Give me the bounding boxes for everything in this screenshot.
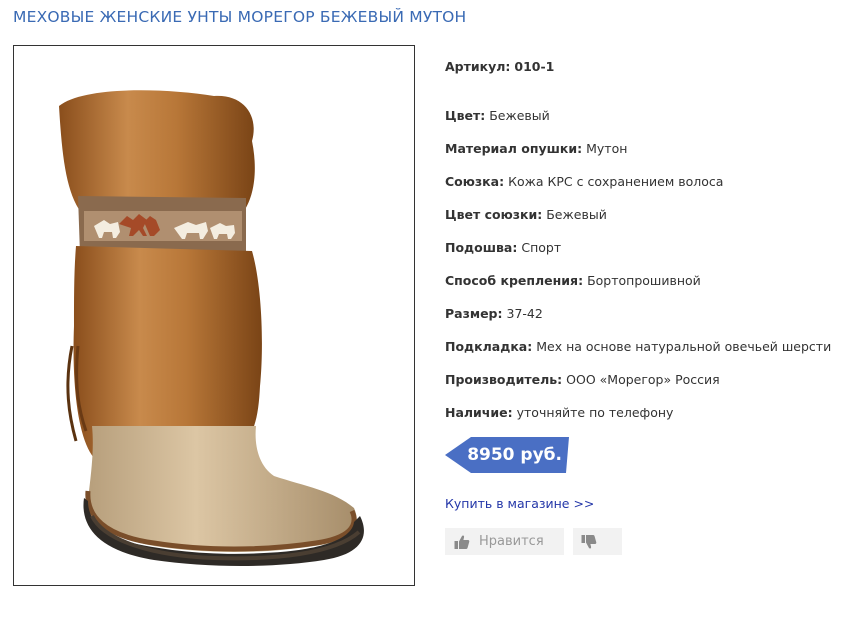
- spec-value: Спорт: [521, 240, 562, 255]
- spec-label: Подошва:: [445, 240, 518, 255]
- spec-value: Бежевый: [489, 108, 550, 123]
- spec-value: Бежевый: [546, 207, 607, 222]
- spec-label: Размер:: [445, 306, 503, 321]
- spec-manufacturer: Производитель: ООО «Морегор» Россия: [445, 372, 720, 387]
- spec-label: Союзка:: [445, 174, 505, 189]
- spec-label: Способ крепления:: [445, 273, 584, 288]
- like-button[interactable]: Нравится: [445, 528, 564, 555]
- spec-label: Материал опушки:: [445, 141, 583, 156]
- spec-vamp: Союзка: Кожа КРС с сохранением волоса: [445, 174, 723, 189]
- spec-size: Размер: 37-42: [445, 306, 543, 321]
- spec-article: Артикул: 010-1: [445, 59, 554, 74]
- fur-boot-photo-icon: [59, 90, 364, 566]
- spec-availability: Наличие: уточняйте по телефону: [445, 405, 673, 420]
- spec-construction: Способ крепления: Бортопрошивной: [445, 273, 701, 288]
- spec-value: 37-42: [506, 306, 543, 321]
- spec-value: ООО «Морегор» Россия: [566, 372, 720, 387]
- dislike-button[interactable]: [573, 528, 622, 555]
- product-image[interactable]: [13, 45, 415, 586]
- spec-value: Мех на основе натуральной овечьей шерсти: [536, 339, 832, 354]
- spec-label: Подкладка:: [445, 339, 533, 354]
- thumbs-up-icon: [454, 535, 470, 549]
- spec-trim-material: Материал опушки: Мутон: [445, 141, 627, 156]
- spec-value: 010-1: [514, 59, 555, 74]
- spec-vamp-color: Цвет союзки: Бежевый: [445, 207, 607, 222]
- page-title: МЕХОВЫЕ ЖЕНСКИЕ УНТЫ МОРЕГОР БЕЖЕВЫЙ МУТ…: [13, 8, 467, 26]
- like-label: Нравится: [479, 534, 544, 549]
- spec-color: Цвет: Бежевый: [445, 108, 550, 123]
- spec-lining: Подкладка: Мех на основе натуральной ове…: [445, 339, 831, 354]
- spec-value: Кожа КРС с сохранением волоса: [508, 174, 724, 189]
- spec-label: Производитель:: [445, 372, 563, 387]
- spec-label: Цвет союзки:: [445, 207, 543, 222]
- spec-label: Наличие:: [445, 405, 513, 420]
- spec-label: Артикул:: [445, 59, 511, 74]
- spec-value: Мутон: [586, 141, 628, 156]
- buy-in-store-link[interactable]: Купить в магазине >>: [445, 496, 594, 511]
- spec-value: уточняйте по телефону: [516, 405, 674, 420]
- price-tag: 8950 руб.: [445, 437, 569, 473]
- spec-label: Цвет:: [445, 108, 486, 123]
- spec-sole: Подошва: Спорт: [445, 240, 561, 255]
- thumbs-down-icon: [581, 534, 597, 548]
- spec-value: Бортопрошивной: [587, 273, 701, 288]
